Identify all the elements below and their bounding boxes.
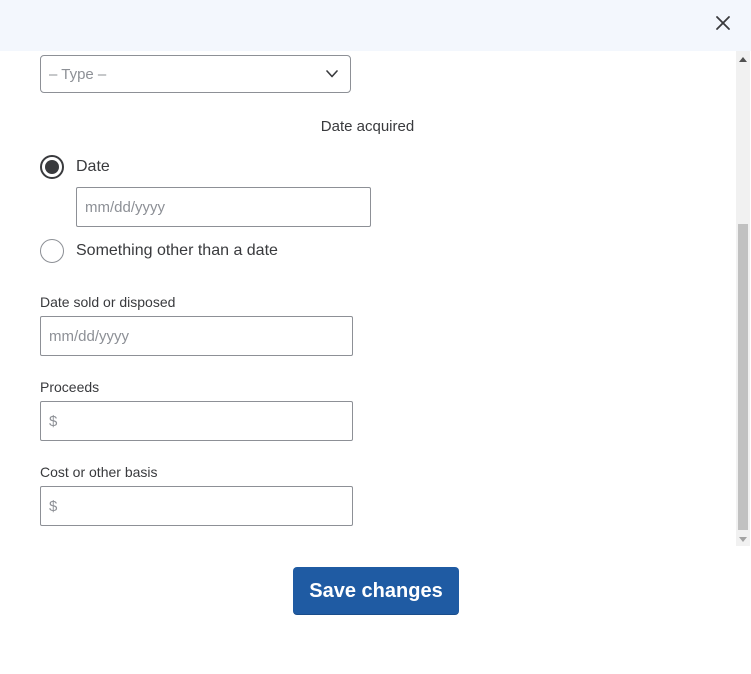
chevron-down-icon (326, 70, 338, 78)
edit-dialog: – Type – Date acquired Date mm/dd/yyyy S… (0, 0, 751, 674)
cost-basis-label: Cost or other basis (40, 464, 158, 480)
close-button[interactable] (713, 13, 733, 33)
radio-button-other[interactable] (40, 239, 64, 263)
scrollbar-thumb[interactable] (738, 224, 748, 530)
save-changes-button[interactable]: Save changes (293, 567, 459, 615)
dialog-header (0, 0, 751, 51)
proceeds-input[interactable]: $ (40, 401, 353, 441)
cost-basis-placeholder: $ (49, 498, 58, 515)
scroll-down-arrow-icon[interactable] (739, 537, 747, 542)
close-icon (716, 16, 730, 30)
date-acquired-input[interactable]: mm/dd/yyyy (76, 187, 371, 227)
date-acquired-heading: Date acquired (320, 118, 415, 135)
date-acquired-placeholder: mm/dd/yyyy (85, 199, 166, 216)
type-select-value: – Type – (49, 66, 107, 83)
date-sold-placeholder: mm/dd/yyyy (49, 328, 130, 345)
radio-option-date[interactable]: Date (40, 155, 340, 179)
vertical-scrollbar[interactable] (736, 51, 750, 546)
form-scroll-area: – Type – Date acquired Date mm/dd/yyyy S… (0, 51, 735, 546)
radio-button-date[interactable] (40, 155, 64, 179)
date-sold-input[interactable]: mm/dd/yyyy (40, 316, 353, 356)
cost-basis-input[interactable]: $ (40, 486, 353, 526)
radio-label-other: Something other than a date (76, 242, 278, 259)
proceeds-label: Proceeds (40, 379, 100, 395)
date-sold-label: Date sold or disposed (40, 294, 176, 310)
type-select[interactable]: – Type – (40, 55, 351, 93)
proceeds-placeholder: $ (49, 413, 58, 430)
scroll-up-arrow-icon[interactable] (739, 57, 747, 62)
radio-label-date: Date (76, 158, 110, 175)
radio-option-other[interactable]: Something other than a date (40, 239, 360, 263)
